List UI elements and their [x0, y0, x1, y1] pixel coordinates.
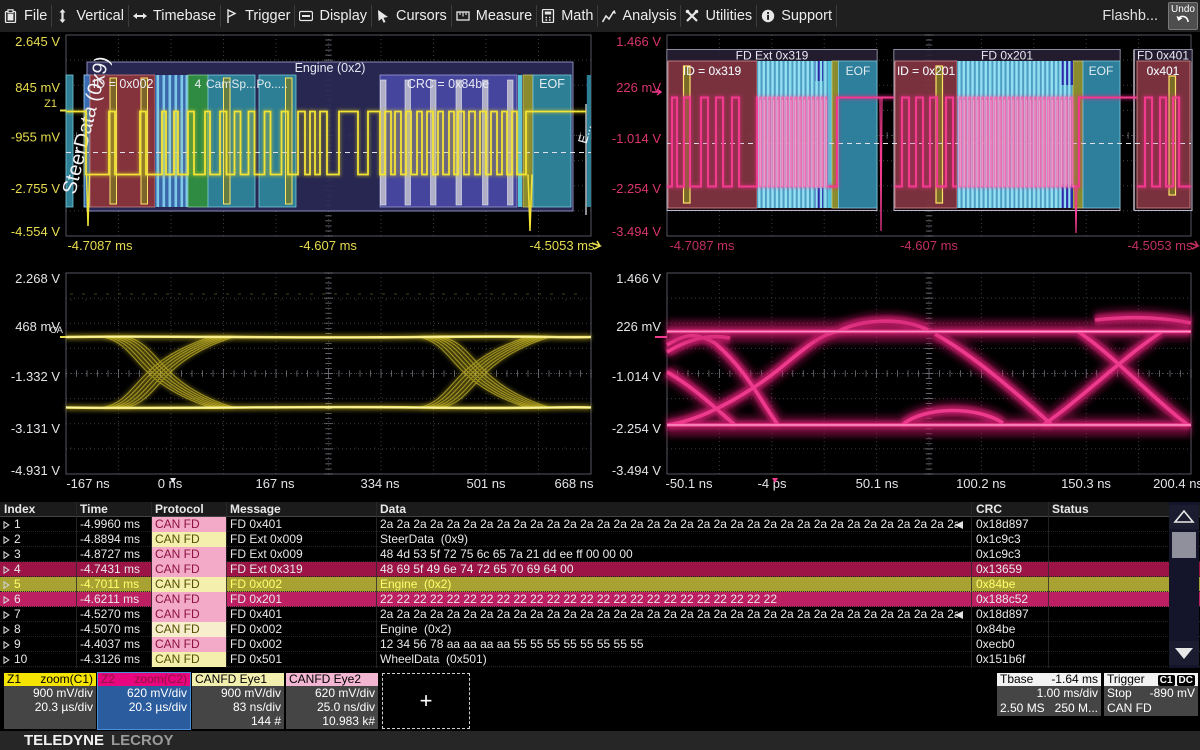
svg-text:FD Ext 0x319: FD Ext 0x319	[736, 49, 809, 63]
svg-text:1.466 V: 1.466 V	[616, 34, 661, 49]
svg-text:-167 ns: -167 ns	[66, 476, 110, 491]
svg-text:-4.554 V: -4.554 V	[11, 224, 60, 239]
svg-text:150.3 ns: 150.3 ns	[1061, 476, 1111, 491]
svg-text:EOF: EOF	[846, 64, 871, 78]
svg-text:-3.131 V: -3.131 V	[11, 421, 60, 436]
svg-text:EOF: EOF	[1089, 64, 1114, 78]
svg-text:CA: CA	[50, 325, 64, 336]
svg-text:EOF: EOF	[539, 77, 565, 91]
svg-text:668 ns: 668 ns	[554, 476, 594, 491]
svg-text:100.2 ns: 100.2 ns	[956, 476, 1006, 491]
svg-text:167 ns: 167 ns	[255, 476, 295, 491]
svg-text:50.1 ns: 50.1 ns	[856, 476, 899, 491]
svg-text:4: 4	[195, 77, 202, 91]
svg-text:CRC = 0x84be: CRC = 0x84be	[407, 77, 489, 91]
svg-text:-4.7087 ms: -4.7087 ms	[67, 238, 133, 253]
svg-text:-955 mV: -955 mV	[11, 130, 60, 145]
svg-text:ID = 0x319: ID = 0x319	[683, 64, 742, 78]
svg-text:-4.5053 ms: -4.5053 ms	[529, 238, 595, 253]
svg-text:2.268 V: 2.268 V	[15, 271, 60, 286]
svg-text:2.645 V: 2.645 V	[15, 34, 60, 49]
svg-text:-1.014 V: -1.014 V	[612, 369, 661, 384]
svg-text:FD 0x401: FD 0x401	[1137, 49, 1189, 63]
svg-text:501 ns: 501 ns	[466, 476, 506, 491]
svg-text:-4.607 ms: -4.607 ms	[299, 238, 357, 253]
svg-text:200.4 ns: 200.4 ns	[1153, 476, 1200, 491]
svg-text:ID = 0x201: ID = 0x201	[897, 64, 956, 78]
svg-text:CamSp...: CamSp...	[206, 77, 256, 91]
svg-text:-1.332 V: -1.332 V	[11, 369, 60, 384]
svg-text:-2.755 V: -2.755 V	[11, 181, 60, 196]
svg-text:0x401: 0x401	[1147, 64, 1180, 78]
svg-text:-4.607 ms: -4.607 ms	[900, 238, 958, 253]
svg-text:226 mV: 226 mV	[616, 319, 661, 334]
svg-text:-4.5053 ms: -4.5053 ms	[1127, 238, 1193, 253]
svg-text:Z1: Z1	[44, 98, 57, 110]
svg-text:-50.1 ns: -50.1 ns	[666, 476, 713, 491]
svg-text:Engine (0x2): Engine (0x2)	[295, 61, 366, 75]
svg-text:-2.254 V: -2.254 V	[612, 421, 661, 436]
svg-text:-3.494 V: -3.494 V	[612, 224, 661, 239]
svg-text:226 mV: 226 mV	[616, 80, 661, 95]
svg-text:-4.931 V: -4.931 V	[11, 463, 60, 478]
svg-text:845 mV: 845 mV	[15, 80, 60, 95]
svg-text:-2.254 V: -2.254 V	[612, 181, 661, 196]
svg-text:FD 0x201: FD 0x201	[981, 49, 1033, 63]
svg-text:334 ns: 334 ns	[360, 476, 400, 491]
svg-text:-1.014 V: -1.014 V	[612, 131, 661, 146]
svg-text:Po.....: Po.....	[256, 77, 287, 91]
svg-text:-3.494 V: -3.494 V	[612, 463, 661, 478]
svg-text:1.466 V: 1.466 V	[616, 271, 661, 286]
svg-text:-4.7087 ms: -4.7087 ms	[669, 238, 735, 253]
